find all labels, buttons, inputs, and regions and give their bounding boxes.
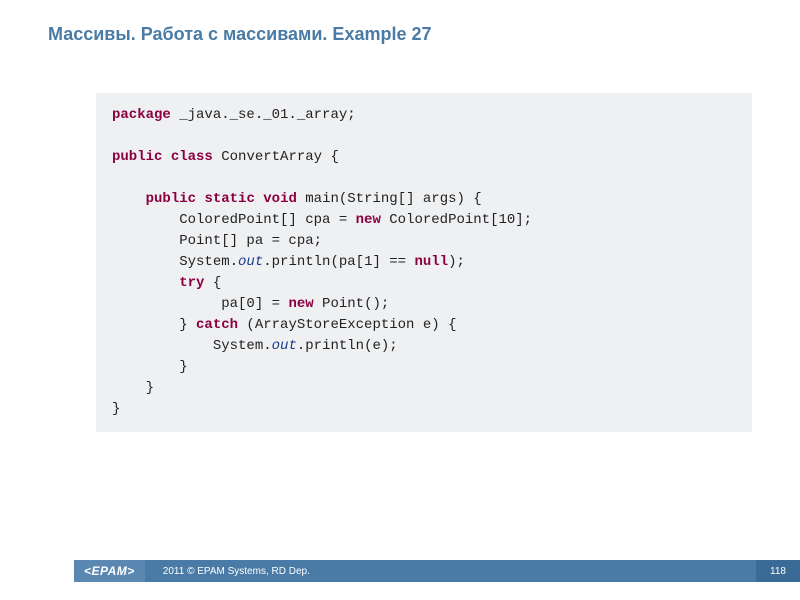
code-text: System. bbox=[112, 254, 238, 270]
code-text: { bbox=[204, 275, 221, 291]
footer-copyright: 2011 © EPAM Systems, RD Dep. bbox=[145, 566, 756, 577]
kw-package: package bbox=[112, 107, 171, 123]
kw-static: static bbox=[204, 191, 254, 207]
code-text: .println(e); bbox=[297, 338, 398, 354]
slide-title: Массивы. Работа с массивами. Example 27 bbox=[0, 0, 800, 45]
kw-new: new bbox=[356, 212, 381, 228]
kw-public: public bbox=[146, 191, 196, 207]
kw-class: class bbox=[171, 149, 213, 165]
kw-public: public bbox=[112, 149, 162, 165]
code-text: (ArrayStoreException e) { bbox=[238, 317, 456, 333]
kw-new: new bbox=[288, 296, 313, 312]
code-text: main(String[] args) { bbox=[297, 191, 482, 207]
code-text: ConvertArray { bbox=[213, 149, 339, 165]
field-out: out bbox=[272, 338, 297, 354]
code-text: } bbox=[112, 359, 188, 375]
code-text: ColoredPoint[10]; bbox=[381, 212, 532, 228]
code-text: .println(pa[1] == bbox=[263, 254, 414, 270]
code-text: } bbox=[112, 401, 120, 417]
kw-null: null bbox=[414, 254, 448, 270]
code-text: _java._se._01._array; bbox=[171, 107, 356, 123]
footer-gap bbox=[0, 560, 74, 582]
code-text: ); bbox=[448, 254, 465, 270]
code-text: Point(); bbox=[314, 296, 390, 312]
page-number: 118 bbox=[756, 560, 800, 582]
kw-try: try bbox=[179, 275, 204, 291]
kw-void: void bbox=[263, 191, 297, 207]
code-text: pa[0] = bbox=[112, 296, 288, 312]
kw-catch: catch bbox=[196, 317, 238, 333]
code-block: package _java._se._01._array; public cla… bbox=[96, 93, 752, 432]
code-text bbox=[112, 275, 179, 291]
footer: <EPAM> 2011 © EPAM Systems, RD Dep. 118 bbox=[0, 560, 800, 582]
code-text: Point[] pa = cpa; bbox=[112, 233, 322, 249]
field-out: out bbox=[238, 254, 263, 270]
code-text bbox=[112, 191, 146, 207]
code-text: System. bbox=[112, 338, 272, 354]
logo-epam: <EPAM> bbox=[74, 560, 145, 582]
code-text: } bbox=[112, 317, 196, 333]
code-text: } bbox=[112, 380, 154, 396]
code-text: ColoredPoint[] cpa = bbox=[112, 212, 356, 228]
